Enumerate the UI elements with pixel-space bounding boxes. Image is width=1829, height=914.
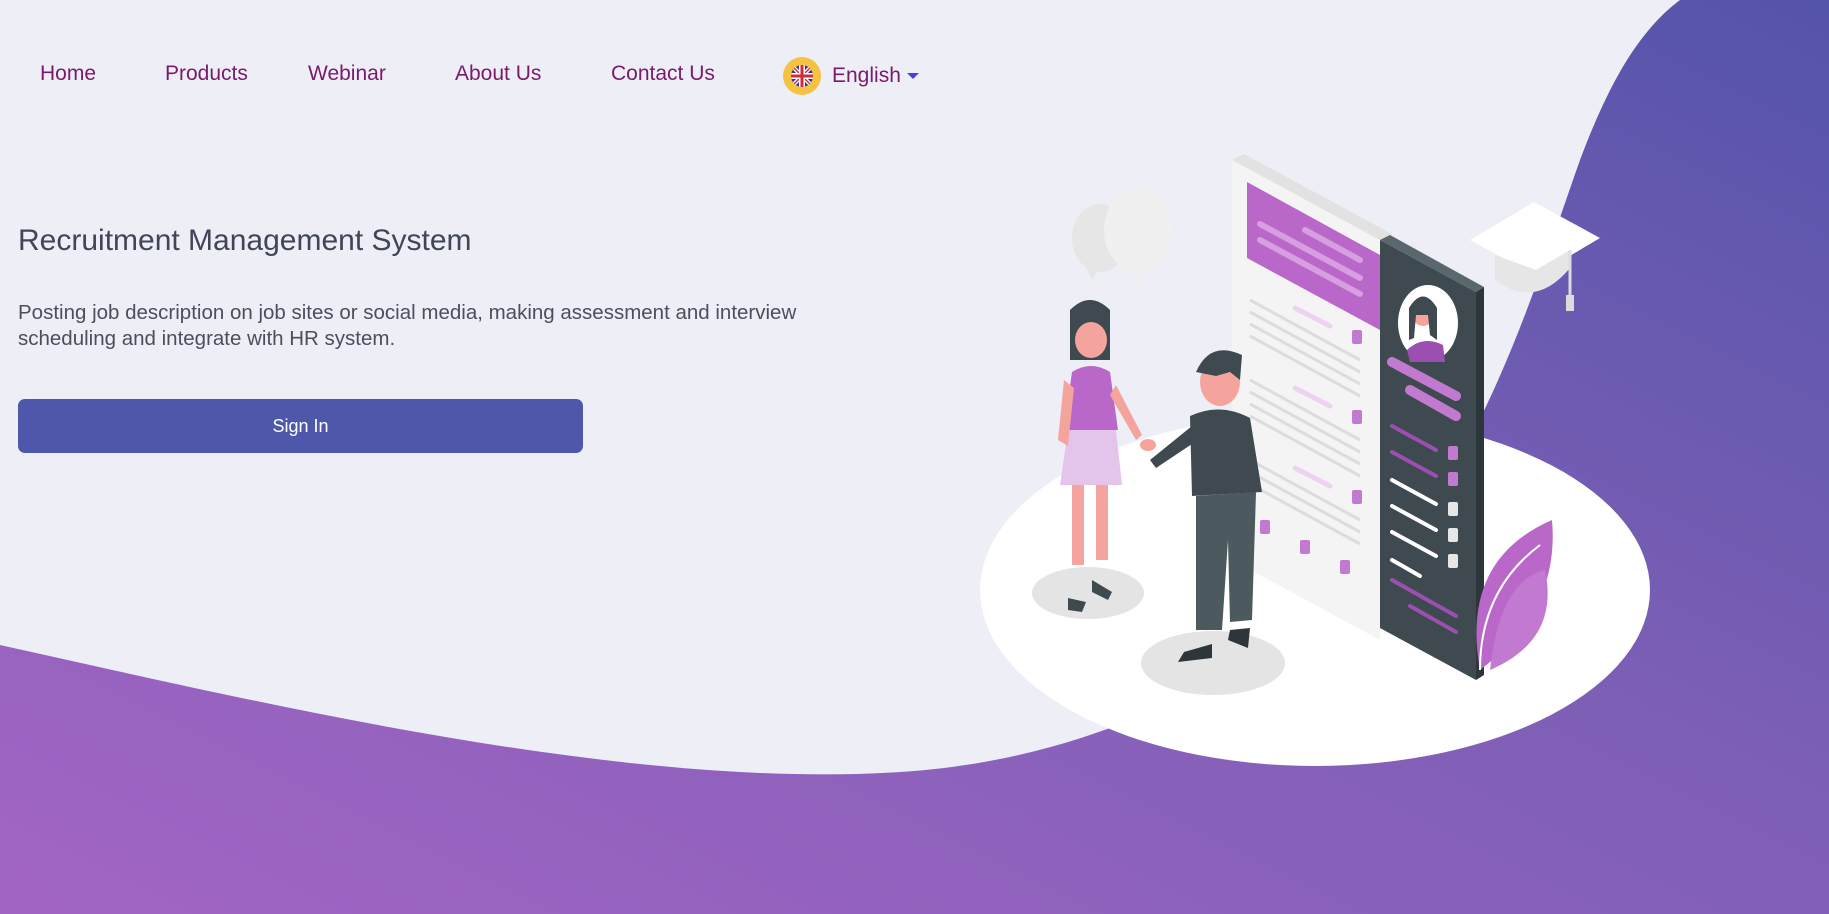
nav-about-us[interactable]: About Us	[455, 52, 541, 96]
sign-in-button[interactable]: Sign In	[18, 399, 583, 453]
uk-flag-icon	[783, 57, 821, 95]
nav-contact-us[interactable]: Contact Us	[611, 52, 715, 96]
page-root: Home Products Webinar About Us Contact U…	[0, 0, 1829, 914]
hero-description: Posting job description on job sites or …	[18, 301, 797, 350]
page-title: Recruitment Management System	[18, 224, 472, 257]
nav-home[interactable]: Home	[40, 52, 96, 96]
nav-webinar[interactable]: Webinar	[308, 52, 386, 96]
language-label: English	[832, 64, 901, 87]
nav-products[interactable]: Products	[165, 52, 248, 96]
recruitment-illustration	[980, 154, 1650, 766]
language-selector[interactable]: English	[783, 56, 919, 96]
chevron-down-icon	[906, 73, 919, 79]
